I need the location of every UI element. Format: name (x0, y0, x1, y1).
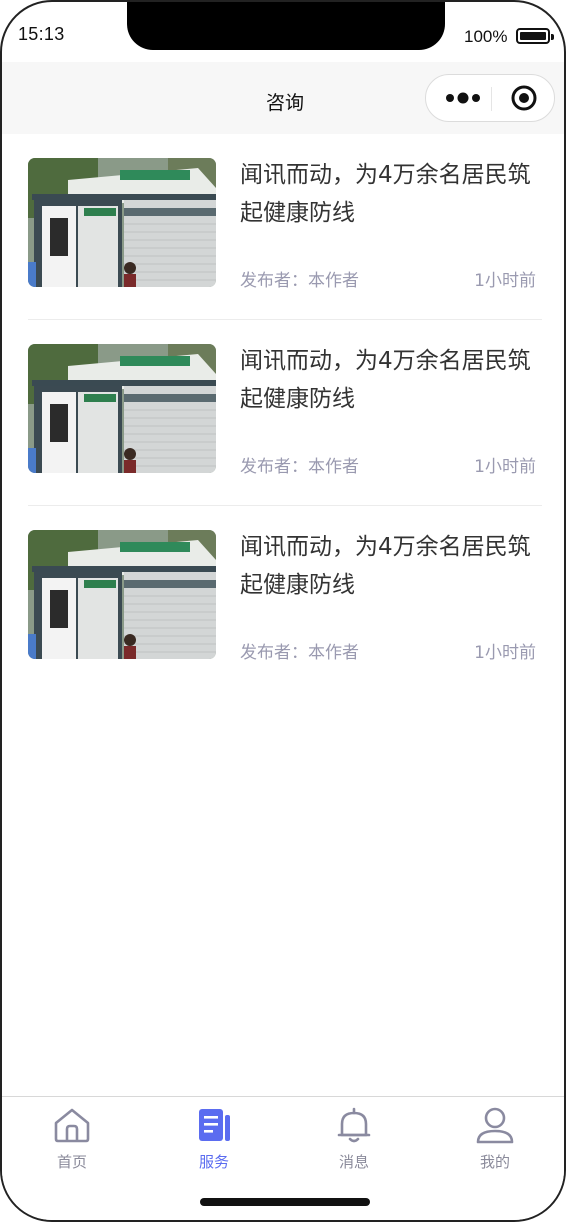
news-time: 1小时前 (474, 457, 536, 477)
battery-percent: 100% (464, 27, 508, 46)
tab-home-label: 首页 (56, 1153, 87, 1171)
news-title: 闻讯而动，为4万余名居民筑起健康防线 (240, 162, 531, 226)
news-list-item[interactable]: 闻讯而动，为4万余名居民筑起健康防线 发布者：本作者 1小时前 (28, 134, 542, 320)
document-icon (199, 1109, 230, 1141)
tab-service[interactable]: 服务 (164, 1105, 264, 1175)
tab-profile-label: 我的 (479, 1153, 510, 1171)
navigation-bar: 咨询 (2, 62, 564, 134)
news-thumbnail (28, 530, 216, 659)
news-time: 1小时前 (474, 271, 536, 291)
news-author: 发布者：本作者 (240, 643, 359, 663)
close-miniprogram-icon[interactable] (506, 75, 552, 121)
news-author: 发布者：本作者 (240, 457, 359, 477)
tab-service-label: 服务 (198, 1153, 229, 1171)
capsule-divider (491, 87, 492, 111)
news-time: 1小时前 (474, 643, 536, 663)
tab-profile[interactable]: 我的 (445, 1105, 545, 1175)
status-time: 15:13 (18, 24, 65, 44)
news-title: 闻讯而动，为4万余名居民筑起健康防线 (240, 534, 531, 598)
tab-messages-label: 消息 (338, 1153, 369, 1171)
home-icon (54, 1108, 90, 1143)
user-icon (476, 1107, 514, 1144)
news-list: 闻讯而动，为4万余名居民筑起健康防线 发布者：本作者 1小时前 闻讯而动，为4万… (2, 134, 564, 692)
tab-messages[interactable]: 消息 (304, 1105, 404, 1175)
news-title: 闻讯而动，为4万余名居民筑起健康防线 (240, 348, 531, 412)
notch (127, 2, 445, 50)
news-list-item[interactable]: 闻讯而动，为4万余名居民筑起健康防线 发布者：本作者 1小时前 (28, 320, 542, 506)
news-thumbnail (28, 158, 216, 287)
phone-frame: 15:13 100% 咨询 闻讯而动，为4万余名居民筑起健康防线 发布者：本作者… (0, 0, 566, 1222)
bell-icon (337, 1107, 371, 1143)
news-author: 发布者：本作者 (240, 271, 359, 291)
miniprogram-capsule (425, 74, 555, 122)
tab-home[interactable]: 首页 (22, 1105, 122, 1175)
home-indicator (200, 1198, 370, 1206)
news-list-item[interactable]: 闻讯而动，为4万余名居民筑起健康防线 发布者：本作者 1小时前 (28, 506, 542, 692)
battery-icon (516, 28, 554, 44)
news-thumbnail (28, 344, 216, 473)
more-icon[interactable] (440, 75, 490, 121)
